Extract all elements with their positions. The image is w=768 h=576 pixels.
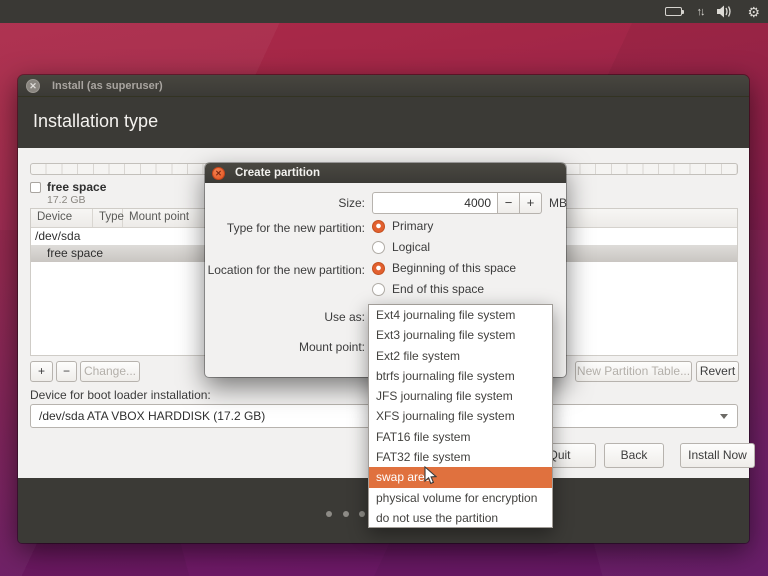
- dropdown-item[interactable]: Ext4 journaling file system: [369, 305, 552, 325]
- revert-button[interactable]: Revert: [696, 361, 739, 382]
- bootloader-label: Device for boot loader installation:: [30, 388, 211, 402]
- chevron-down-icon: [720, 414, 728, 419]
- size-spinner: 4000 − +: [372, 192, 542, 214]
- radio-label: Primary: [392, 219, 433, 233]
- window-close-button[interactable]: ✕: [26, 79, 40, 93]
- dropdown-item[interactable]: physical volume for encryption: [369, 488, 552, 508]
- location-group-label: Location for the new partition:: [205, 263, 365, 277]
- window-titlebar: ✕ Install (as superuser): [18, 75, 749, 97]
- radio-beginning[interactable]: Beginning of this space: [372, 261, 516, 275]
- column-header-type[interactable]: Type: [93, 209, 123, 227]
- size-input[interactable]: 4000: [372, 192, 498, 214]
- dialog-titlebar: ✕ Create partition: [205, 163, 566, 183]
- page-dot: [326, 511, 332, 517]
- use-as-dropdown-list: Ext4 journaling file system Ext3 journal…: [368, 304, 553, 528]
- window-title: Install (as superuser): [52, 80, 163, 92]
- free-space-label: free space: [47, 180, 106, 194]
- use-as-label: Use as:: [205, 310, 365, 324]
- size-unit-label: MB: [549, 196, 567, 210]
- change-button[interactable]: Change...: [80, 361, 140, 382]
- dropdown-item[interactable]: JFS journaling file system: [369, 386, 552, 406]
- mount-point-label: Mount point:: [205, 340, 365, 354]
- type-group-label: Type for the new partition:: [205, 221, 365, 235]
- system-top-bar: ↑↓ ⚙: [0, 0, 768, 23]
- radio-icon: [372, 283, 385, 296]
- dropdown-item[interactable]: do not use the partition: [369, 508, 552, 528]
- dropdown-item[interactable]: FAT32 file system: [369, 447, 552, 467]
- dropdown-item-swap-area[interactable]: swap area: [369, 467, 552, 487]
- dialog-close-button[interactable]: ✕: [212, 167, 225, 180]
- dropdown-item[interactable]: Ext2 file system: [369, 346, 552, 366]
- radio-icon: [372, 262, 385, 275]
- column-header-mount-point[interactable]: Mount point: [123, 209, 206, 227]
- remove-partition-button[interactable]: −: [56, 361, 77, 382]
- radio-label: Beginning of this space: [392, 261, 516, 275]
- size-increment-button[interactable]: +: [520, 192, 542, 214]
- dropdown-item[interactable]: btrfs journaling file system: [369, 366, 552, 386]
- radio-label: End of this space: [392, 282, 484, 296]
- radio-end[interactable]: End of this space: [372, 282, 484, 296]
- free-space-checkbox[interactable]: [30, 182, 41, 193]
- new-partition-table-button[interactable]: New Partition Table...: [575, 361, 692, 382]
- add-partition-button[interactable]: +: [30, 361, 53, 382]
- gear-icon[interactable]: ⚙: [747, 5, 760, 19]
- volume-icon[interactable]: [717, 5, 733, 18]
- radio-logical[interactable]: Logical: [372, 240, 430, 254]
- dropdown-item[interactable]: Ext3 journaling file system: [369, 325, 552, 345]
- mouse-cursor-icon: [424, 466, 437, 488]
- window-header: Installation type: [18, 97, 749, 148]
- bootloader-device-value: /dev/sda ATA VBOX HARDDISK (17.2 GB): [39, 409, 265, 423]
- page-dot: [359, 511, 365, 517]
- back-button[interactable]: Back: [604, 443, 664, 468]
- network-arrows-icon[interactable]: ↑↓: [696, 6, 703, 18]
- page-title: Installation type: [33, 111, 158, 132]
- radio-icon: [372, 241, 385, 254]
- column-header-device[interactable]: Device: [31, 209, 93, 227]
- radio-primary[interactable]: Primary: [372, 219, 433, 233]
- radio-label: Logical: [392, 240, 430, 254]
- page-dot: [343, 511, 349, 517]
- dropdown-item[interactable]: FAT16 file system: [369, 427, 552, 447]
- radio-icon: [372, 220, 385, 233]
- free-space-legend: free space: [30, 180, 106, 194]
- size-label: Size:: [205, 196, 365, 210]
- free-space-size: 17.2 GB: [47, 194, 86, 206]
- battery-icon[interactable]: [665, 7, 682, 16]
- size-decrement-button[interactable]: −: [498, 192, 520, 214]
- dropdown-item[interactable]: XFS journaling file system: [369, 406, 552, 426]
- dialog-title: Create partition: [235, 167, 320, 179]
- install-now-button[interactable]: Install Now: [680, 443, 755, 468]
